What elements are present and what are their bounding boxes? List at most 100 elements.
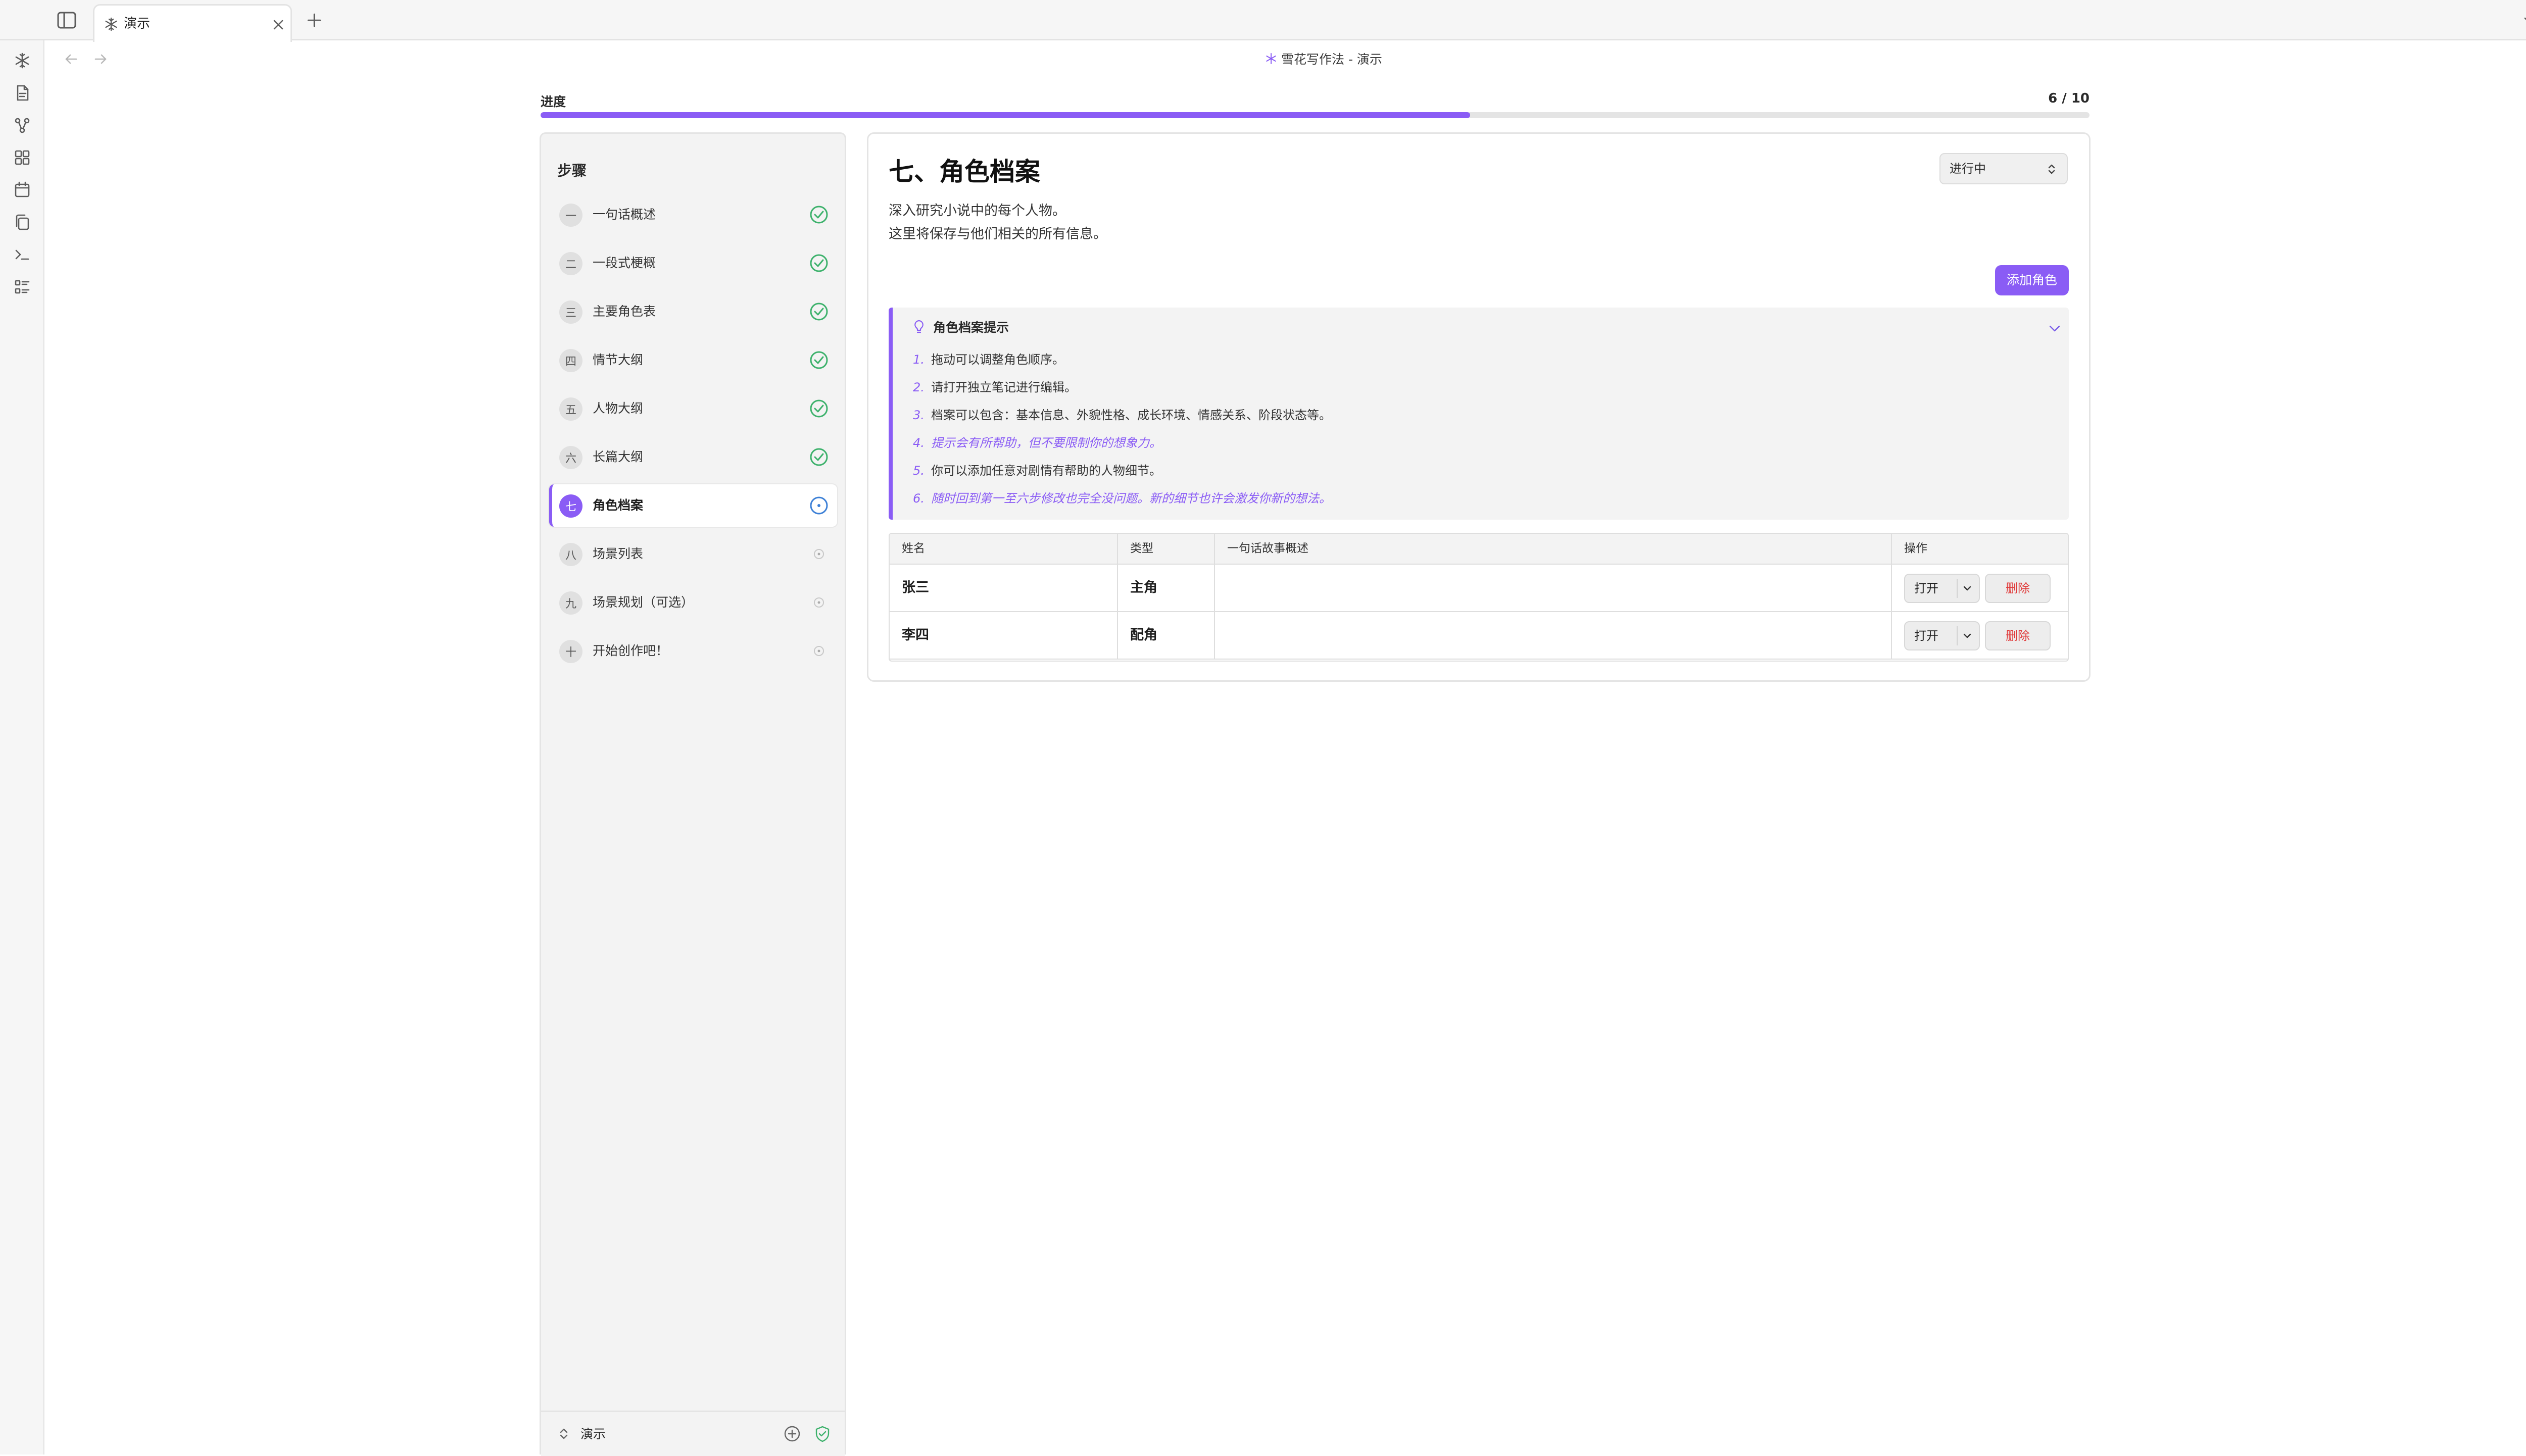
step-label: 长篇大纲 — [593, 449, 644, 464]
open-button-label: 打开 — [1914, 629, 1938, 643]
step-label: 角色档案 — [593, 498, 644, 513]
column-header-actions: 操作 — [1892, 534, 2068, 565]
view-title-text: 雪花写作法 - 演示 — [1281, 52, 1382, 67]
step-number-badge: 一 — [559, 204, 582, 227]
in-progress-circle-icon — [808, 494, 830, 517]
cell-actions: 打开 删除 — [1892, 612, 2068, 659]
project-selector-label[interactable]: 演示 — [580, 1425, 606, 1443]
chevron-up-down-icon[interactable] — [556, 1426, 571, 1441]
grid-icon[interactable] — [12, 147, 32, 168]
tips-title: 角色档案提示 — [933, 320, 1009, 335]
sidebar-toggle-icon[interactable] — [56, 10, 78, 30]
steps-title: 步骤 — [557, 162, 587, 179]
add-circle-icon[interactable] — [783, 1424, 802, 1443]
step-item[interactable]: 二一段式梗概 — [549, 242, 837, 284]
delete-button[interactable]: 删除 — [1985, 621, 2051, 650]
open-button-label: 打开 — [1914, 581, 1938, 595]
graph-icon[interactable] — [12, 115, 32, 135]
step-item[interactable]: 九场景规划（可选） — [549, 581, 837, 624]
step-label: 场景列表 — [593, 546, 644, 561]
description-line: 深入研究小说中的每个人物。 — [889, 203, 1066, 219]
tip-item: 6. 随时回到第一至六步修改也完全没问题。新的细节也许会激发你新的想法。 — [913, 485, 2050, 513]
step-number-badge: 二 — [559, 252, 582, 275]
check-circle-icon — [808, 204, 830, 226]
tip-text: 档案可以包含：基本信息、外貌性格、成长环境、情感关系、阶段状态等。 — [931, 408, 1331, 422]
tip-number: 4. — [913, 436, 925, 450]
chevron-down-icon[interactable] — [2521, 12, 2526, 29]
check-circle-icon — [808, 300, 830, 323]
section-description: 深入研究小说中的每个人物。 这里将保存与他们相关的所有信息。 — [889, 199, 1107, 246]
step-item[interactable]: 一一句话概述 — [549, 193, 837, 236]
arrow-left-icon[interactable] — [63, 51, 80, 68]
status-select[interactable]: 进行中 — [1939, 153, 2068, 184]
main-card: 七、角色档案 进行中 深入研究小说中的每个人物。 这里将保存与他们相关的所有信息… — [867, 132, 2091, 682]
pending-dot-icon — [808, 591, 830, 614]
step-label: 一句话概述 — [593, 207, 656, 222]
panel-footer: 演示 — [541, 1411, 845, 1456]
cell-actions: 打开 删除 — [1892, 565, 2068, 611]
snowflake-icon — [1265, 53, 1277, 65]
step-label: 情节大纲 — [593, 353, 644, 367]
check-circle-icon — [808, 349, 830, 371]
tip-text: 拖动可以调整角色顺序。 — [931, 353, 1064, 367]
step-number-badge: 六 — [559, 446, 582, 469]
step-label: 场景规划（可选） — [593, 595, 694, 610]
close-icon[interactable] — [271, 18, 285, 32]
calendar-icon[interactable] — [12, 180, 32, 200]
chevron-down-icon[interactable] — [1961, 582, 1974, 595]
step-number-badge: 七 — [559, 494, 582, 518]
shield-check-icon[interactable] — [813, 1424, 832, 1443]
step-item[interactable]: 六长篇大纲 — [549, 436, 837, 478]
step-number-badge: 十 — [559, 640, 582, 663]
chevron-down-icon[interactable] — [2047, 321, 2063, 337]
column-header-type: 类型 — [1118, 534, 1215, 565]
tip-text: 请打开独立笔记进行编辑。 — [931, 380, 1077, 394]
pending-dot-icon — [808, 543, 830, 565]
tip-number: 5. — [913, 464, 925, 478]
tab-demo[interactable]: 演示 — [93, 4, 292, 42]
view-title: 雪花写作法 - 演示 — [1265, 48, 1382, 69]
step-number-badge: 四 — [559, 349, 582, 372]
table-row[interactable]: 李四 配角 打开 删除 — [890, 612, 2068, 660]
cell-type: 主角 — [1118, 565, 1215, 611]
pending-dot-icon — [808, 640, 830, 662]
status-select-value: 进行中 — [1950, 162, 1986, 176]
terminal-icon[interactable] — [12, 244, 32, 265]
tip-text: 提示会有所帮助，但不要限制你的想象力。 — [931, 436, 1161, 450]
step-item[interactable]: 四情节大纲 — [549, 339, 837, 381]
cell-name: 李四 — [890, 612, 1118, 659]
step-label: 一段式梗概 — [593, 256, 656, 270]
open-button[interactable]: 打开 — [1904, 621, 1980, 650]
tip-number: 6. — [913, 491, 925, 506]
chevron-down-icon[interactable] — [1961, 629, 1974, 642]
column-header-name: 姓名 — [890, 534, 1118, 565]
steps-panel: 步骤 一一句话概述二一段式梗概三主要角色表四情节大纲五人物大纲六长篇大纲七角色档… — [540, 132, 846, 1456]
snowflake-icon — [104, 17, 119, 32]
table-row[interactable]: 张三 主角 打开 删除 — [890, 565, 2068, 612]
step-item[interactable]: 五人物大纲 — [549, 387, 837, 430]
steps-list: 一一句话概述二一段式梗概三主要角色表四情节大纲五人物大纲六长篇大纲七角色档案八场… — [549, 193, 837, 678]
step-item[interactable]: 七角色档案 — [549, 484, 837, 527]
add-character-button[interactable]: 添加角色 — [1995, 265, 2069, 295]
tips-callout: 角色档案提示 1. 拖动可以调整角色顺序。 2. 请打开独立笔记进行编辑。 3. 档案可以… — [889, 308, 2069, 520]
snowflake-icon[interactable] — [12, 51, 32, 71]
button-divider — [1957, 579, 1958, 598]
cell-summary — [1215, 565, 1892, 611]
open-button[interactable]: 打开 — [1904, 574, 1980, 603]
tip-item: 2. 请打开独立笔记进行编辑。 — [913, 374, 2050, 401]
step-item[interactable]: 八场景列表 — [549, 533, 837, 575]
delete-button[interactable]: 删除 — [1985, 574, 2051, 603]
tip-item: 5. 你可以添加任意对剧情有帮助的人物细节。 — [913, 457, 2050, 485]
progress-bar-fill — [541, 112, 1470, 118]
tip-item: 3. 档案可以包含：基本信息、外貌性格、成长环境、情感关系、阶段状态等。 — [913, 401, 2050, 429]
tip-text: 随时回到第一至六步修改也完全没问题。新的细节也许会激发你新的想法。 — [931, 491, 1331, 506]
arrow-right-icon[interactable] — [92, 51, 109, 68]
list-icon[interactable] — [12, 277, 32, 297]
tip-item: 1. 拖动可以调整角色顺序。 — [913, 346, 2050, 374]
copy-icon[interactable] — [12, 212, 32, 232]
new-tab-icon[interactable] — [305, 11, 323, 29]
lightbulb-icon — [911, 319, 927, 335]
step-item[interactable]: 十开始创作吧！ — [549, 630, 837, 672]
file-icon[interactable] — [12, 83, 32, 103]
step-item[interactable]: 三主要角色表 — [549, 290, 837, 333]
